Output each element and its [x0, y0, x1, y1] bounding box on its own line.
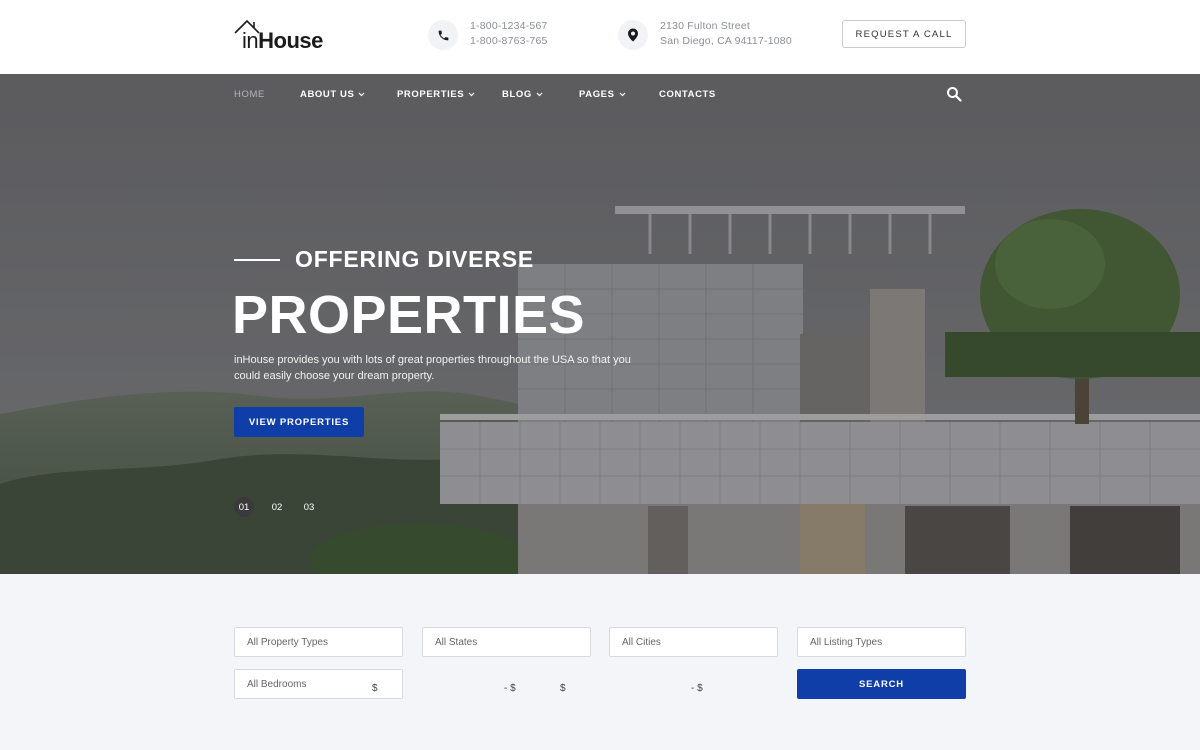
hero-title: PROPERTIES: [232, 285, 586, 345]
slide-dot-1[interactable]: 01: [234, 497, 254, 517]
state-value: All States: [435, 636, 478, 648]
area-min-currency[interactable]: $: [560, 683, 566, 694]
nav-item-label: ABOUT US: [300, 88, 355, 100]
phone-number-1[interactable]: 1-800-1234-567: [470, 19, 548, 34]
slide-dot-3[interactable]: 03: [299, 497, 319, 517]
chevron-down-icon: [468, 92, 475, 96]
city-value: All Cities: [622, 636, 661, 648]
main-nav: HOME ABOUT US PROPERTIES BLOG PAGES CONT…: [0, 74, 1200, 114]
hero-slider: OFFERING DIVERSE PROPERTIES inHouse prov…: [0, 114, 1200, 574]
search-button[interactable]: SEARCH: [797, 669, 966, 699]
hero-background-image: [0, 114, 1200, 574]
nav-item-label: PROPERTIES: [397, 88, 465, 100]
search-icon[interactable]: [946, 86, 962, 102]
price-max-currency[interactable]: - $: [504, 683, 516, 694]
slide-dot-2[interactable]: 02: [267, 497, 287, 517]
phone-contact: 1-800-1234-567 1-800-8763-765: [428, 18, 578, 52]
property-type-value: All Property Types: [247, 636, 328, 648]
phone-number-2[interactable]: 1-800-8763-765: [470, 34, 548, 49]
bedrooms-value: All Bedrooms: [247, 678, 307, 690]
logo[interactable]: inHouse: [234, 18, 344, 54]
area-max-currency[interactable]: - $: [691, 683, 703, 694]
nav-item-about-us[interactable]: ABOUT US: [300, 74, 365, 114]
address-contact: 2130 Fulton Street San Diego, CA 94117-1…: [618, 18, 808, 52]
phone-icon: [428, 20, 458, 50]
logo-prefix: in: [242, 28, 259, 53]
state-select[interactable]: All States: [422, 627, 591, 657]
listing-type-select[interactable]: All Listing Types: [797, 627, 966, 657]
price-min-currency: $: [372, 683, 378, 694]
nav-item-label: HOME: [234, 88, 265, 100]
hero-divider-line: [234, 259, 280, 261]
chevron-down-icon: [358, 92, 365, 96]
property-type-select[interactable]: All Property Types: [234, 627, 403, 657]
request-call-button[interactable]: REQUEST A CALL: [842, 20, 966, 48]
nav-item-home[interactable]: HOME: [234, 74, 265, 114]
nav-item-properties[interactable]: PROPERTIES: [397, 74, 475, 114]
property-search-form: All Property Types All States All Cities…: [0, 574, 1200, 750]
logo-text: inHouse: [242, 28, 323, 54]
address-line-2: San Diego, CA 94117-1080: [660, 35, 792, 47]
hero-description: inHouse provides you with lots of great …: [234, 354, 631, 382]
nav-item-label: PAGES: [579, 88, 615, 100]
nav-item-contacts[interactable]: CONTACTS: [659, 74, 716, 114]
map-pin-icon: [618, 20, 648, 50]
chevron-down-icon: [619, 92, 625, 96]
chevron-down-icon: [536, 92, 543, 96]
city-select[interactable]: All Cities: [609, 627, 778, 657]
nav-item-blog[interactable]: BLOG: [502, 74, 543, 114]
nav-item-label: BLOG: [502, 88, 532, 100]
nav-item-pages[interactable]: PAGES: [579, 74, 626, 114]
top-header: inHouse 1-800-1234-567 1-800-8763-765 21…: [0, 0, 1200, 74]
view-properties-button[interactable]: VIEW PROPERTIES: [234, 407, 364, 437]
nav-item-label: CONTACTS: [659, 88, 716, 100]
hero-kicker: OFFERING DIVERSE: [295, 246, 534, 272]
listing-type-value: All Listing Types: [810, 636, 883, 648]
address-line-1: 2130 Fulton Street: [660, 20, 750, 32]
logo-suffix: House: [258, 28, 323, 53]
